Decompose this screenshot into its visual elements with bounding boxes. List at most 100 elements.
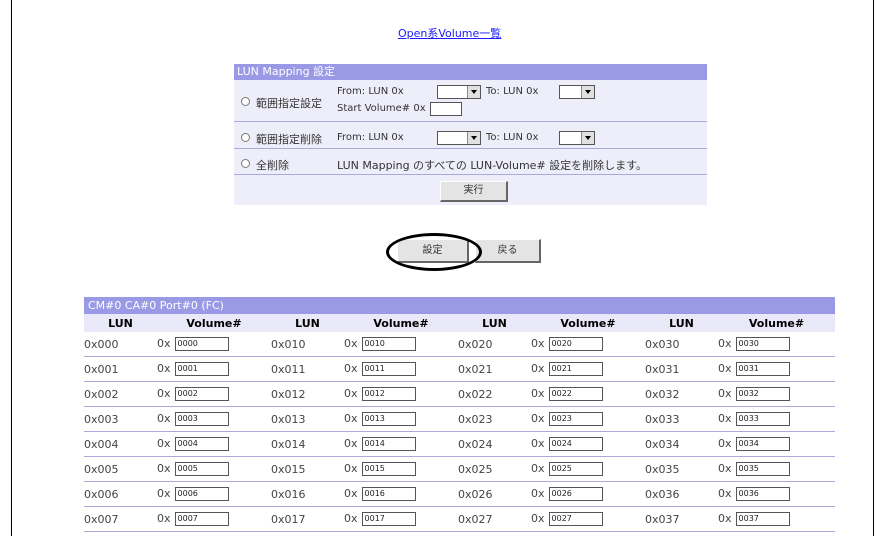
volume-input[interactable]: 0002: [174, 387, 229, 401]
lun-cell: 0x004: [84, 431, 157, 457]
volume-input[interactable]: 0022: [548, 387, 603, 401]
volume-input[interactable]: 0032: [735, 387, 790, 401]
lun-cell: 0x034: [645, 431, 718, 457]
volume-cell: 0x 0001: [157, 356, 271, 382]
volume-input[interactable]: 0011: [361, 362, 416, 376]
lun-cell: 0x023: [458, 406, 531, 432]
range-set-to-select[interactable]: [559, 85, 595, 99]
range-delete-label: 範囲指定削除: [256, 133, 322, 146]
volume-input[interactable]: 0016: [361, 487, 416, 501]
volume-input[interactable]: 0034: [735, 437, 790, 451]
volume-input[interactable]: 0014: [361, 437, 416, 451]
set-button[interactable]: 設定: [397, 239, 469, 263]
column-header: LUN: [645, 314, 718, 332]
volume-cell: 0x 0023: [531, 406, 645, 432]
lun-cell: 0x011: [271, 356, 344, 382]
delete-all-radio[interactable]: [241, 159, 250, 168]
lun-cell: 0x012: [271, 381, 344, 407]
volume-prefix: 0x: [344, 462, 358, 475]
volume-input[interactable]: 0006: [174, 487, 229, 501]
column-header: LUN: [271, 314, 344, 332]
divider: [234, 121, 707, 122]
volume-prefix: 0x: [157, 337, 171, 350]
lun-cell: 0x013: [271, 406, 344, 432]
range-delete-to-select[interactable]: [559, 131, 595, 145]
volume-prefix: 0x: [718, 387, 732, 400]
back-button[interactable]: 戻る: [475, 239, 541, 263]
volume-input[interactable]: 0030: [735, 337, 790, 351]
volume-input[interactable]: 0023: [548, 412, 603, 426]
volume-input[interactable]: 0020: [548, 337, 603, 351]
volume-prefix: 0x: [157, 462, 171, 475]
range-delete-from-select[interactable]: [437, 131, 481, 145]
volume-input[interactable]: 0017: [361, 512, 416, 526]
column-header: Volume#: [718, 314, 835, 332]
column-header: LUN: [84, 314, 157, 332]
lun-cell: 0x032: [645, 381, 718, 407]
lun-cell: 0x021: [458, 356, 531, 382]
volume-cell: 0x 0012: [344, 381, 458, 407]
range-set-from-select[interactable]: [437, 85, 481, 99]
volume-cell: 0x 0003: [157, 406, 271, 432]
table-row: 0x003 0x 0003 0x013 0x 0013 0x023 0x 0023 0x033 0x…: [84, 406, 835, 432]
volume-input[interactable]: 0035: [735, 462, 790, 476]
volume-cell: 0x 0022: [531, 381, 645, 407]
volume-input[interactable]: 0001: [174, 362, 229, 376]
volume-input[interactable]: 0015: [361, 462, 416, 476]
lun-cell: 0x014: [271, 431, 344, 457]
volume-input[interactable]: 0000: [174, 337, 229, 351]
volume-input[interactable]: 0007: [174, 512, 229, 526]
volume-cell: 0x 0005: [157, 456, 271, 482]
volume-input[interactable]: 0026: [548, 487, 603, 501]
volume-input[interactable]: 0025: [548, 462, 603, 476]
volume-input[interactable]: 0005: [174, 462, 229, 476]
volume-input[interactable]: 0013: [361, 412, 416, 426]
volume-prefix: 0x: [157, 437, 171, 450]
volume-input[interactable]: 0012: [361, 387, 416, 401]
range-set-radio[interactable]: [241, 97, 250, 106]
lun-mapping-title: LUN Mapping 設定: [234, 64, 707, 80]
open-volume-list-link[interactable]: Open系Volume一覧: [398, 25, 501, 41]
lun-cell: 0x035: [645, 456, 718, 482]
lun-cell: 0x010: [271, 332, 344, 357]
table-row: 0x004 0x 0004 0x014 0x 0014 0x024 0x 0024 0x034 0x…: [84, 431, 835, 457]
lun-cell: 0x001: [84, 356, 157, 382]
volume-prefix: 0x: [344, 437, 358, 450]
range-delete-radio[interactable]: [241, 133, 250, 142]
volume-input[interactable]: 0037: [735, 512, 790, 526]
volume-input[interactable]: 0003: [174, 412, 229, 426]
lun-cell: 0x031: [645, 356, 718, 382]
volume-input[interactable]: 0021: [548, 362, 603, 376]
lun-volume-table: LUN Volume# LUN Volume# LUN Volume# LUN …: [84, 314, 835, 532]
column-header: Volume#: [344, 314, 458, 332]
volume-prefix: 0x: [718, 362, 732, 375]
volume-prefix: 0x: [157, 512, 171, 525]
volume-cell: 0x 0031: [718, 356, 835, 382]
chevron-down-icon: [581, 86, 594, 98]
column-header: LUN: [458, 314, 531, 332]
volume-cell: 0x 0037: [718, 506, 835, 532]
volume-prefix: 0x: [531, 512, 545, 525]
lun-cell: 0x003: [84, 406, 157, 432]
volume-input[interactable]: 0010: [361, 337, 416, 351]
lun-cell: 0x022: [458, 381, 531, 407]
volume-input[interactable]: 0004: [174, 437, 229, 451]
volume-prefix: 0x: [531, 387, 545, 400]
volume-input[interactable]: 0033: [735, 412, 790, 426]
range-set-from-label: From: LUN 0x: [337, 86, 404, 97]
volume-cell: 0x 0011: [344, 356, 458, 382]
start-volume-input[interactable]: [430, 102, 462, 116]
volume-prefix: 0x: [157, 387, 171, 400]
volume-cell: 0x 0017: [344, 506, 458, 532]
table-row: 0x002 0x 0002 0x012 0x 0012 0x022 0x 0022 0x032 0x…: [84, 381, 835, 407]
volume-input[interactable]: 0031: [735, 362, 790, 376]
lun-cell: 0x002: [84, 381, 157, 407]
volume-input[interactable]: 0024: [548, 437, 603, 451]
volume-cell: 0x 0036: [718, 481, 835, 507]
volume-prefix: 0x: [157, 412, 171, 425]
lun-cell: 0x020: [458, 332, 531, 357]
volume-input[interactable]: 0027: [548, 512, 603, 526]
execute-button[interactable]: 実行: [440, 181, 508, 202]
volume-input[interactable]: 0036: [735, 487, 790, 501]
range-delete-to-label: To: LUN 0x: [486, 132, 539, 143]
